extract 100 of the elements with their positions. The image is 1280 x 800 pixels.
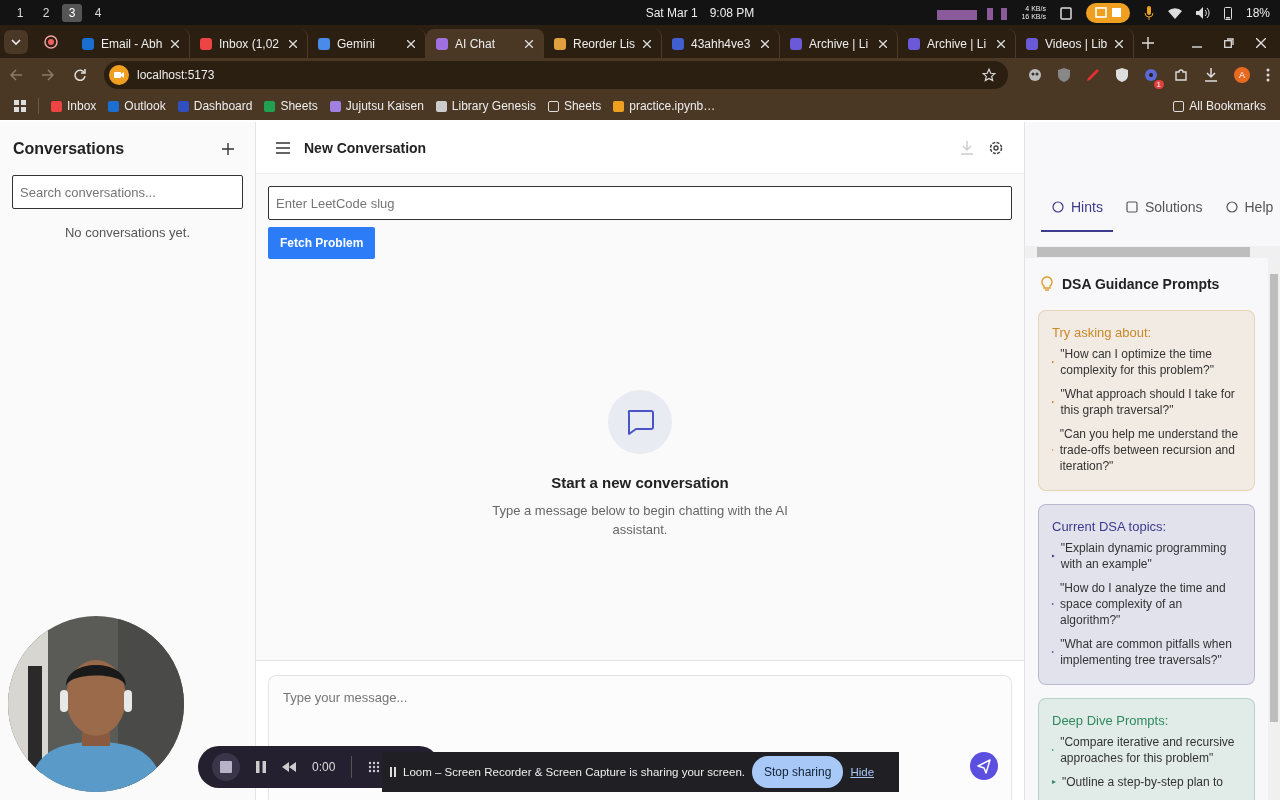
bookmark-link[interactable]: practice.ipynb… [613, 99, 716, 113]
browser-tab[interactable]: AI Chat [426, 29, 544, 58]
empty-state-title: Start a new conversation [551, 474, 729, 491]
bullet-icon [1052, 554, 1055, 558]
rewind-button[interactable] [282, 762, 296, 772]
bookmark-link[interactable]: Sheets [264, 99, 318, 113]
tab-close-icon[interactable] [171, 39, 179, 48]
date-label: Sat Mar 1 [645, 5, 698, 20]
panel-tab[interactable]: Help [1214, 184, 1280, 232]
screen-share-icon [1085, 2, 1130, 23]
sidebar-title: Conversations [13, 140, 125, 158]
lightbulb-icon [1041, 276, 1053, 292]
prompt-suggestion[interactable]: "How do I analyze the time and space complexity of an algorithm?" [1060, 580, 1240, 628]
address-bar[interactable]: localhost:5173 [104, 61, 1008, 89]
prompt-suggestion[interactable]: "What approach should I take for this graph traversal?" [1060, 386, 1240, 418]
all-bookmarks-button[interactable]: All Bookmarks [1173, 99, 1266, 113]
menu-icon[interactable] [276, 141, 290, 154]
stop-button[interactable] [212, 753, 240, 781]
new-tab-button[interactable] [1142, 37, 1154, 49]
chat-bubble-icon [608, 390, 672, 454]
workspace-button[interactable]: 1 [10, 3, 30, 22]
tab-close-icon[interactable] [997, 39, 1005, 48]
battery-level: 18% [1245, 5, 1270, 20]
stop-sharing-button[interactable]: Stop sharing [752, 756, 844, 788]
tab-close-icon[interactable] [525, 39, 533, 48]
horizontal-scrollbar[interactable] [1025, 246, 1280, 258]
pause-icon [390, 767, 396, 777]
wifi-icon [1167, 6, 1182, 19]
bookmark-link[interactable]: Jujutsu Kaisen [329, 99, 424, 113]
new-conversation-button[interactable] [222, 143, 234, 155]
reload-button[interactable] [74, 69, 86, 81]
battery-icon [1223, 5, 1232, 20]
card-title: Try asking about: [1052, 325, 1153, 340]
slug-field[interactable]: Enter LeetCode slug [268, 186, 1012, 220]
volume-icon [1195, 6, 1210, 19]
tab-search-button[interactable] [4, 30, 28, 54]
hide-link[interactable]: Hide [850, 764, 875, 780]
dots-grid-icon[interactable] [368, 761, 381, 773]
bookmark-link[interactable]: Inbox [51, 99, 97, 113]
time-label: 9:08 PM [709, 5, 755, 20]
conversation-title: New Conversation [304, 139, 427, 156]
close-button[interactable] [1256, 38, 1266, 48]
tab-close-icon[interactable] [879, 39, 887, 48]
fetch-problem-button[interactable]: Fetch Problem [268, 227, 376, 259]
shield-icon[interactable] [1116, 68, 1128, 82]
circle-icon [1225, 201, 1238, 213]
bookmark-link[interactable]: Library Genesis [435, 99, 536, 113]
menu-icon[interactable] [1266, 68, 1270, 82]
extension-icon[interactable] [1028, 68, 1042, 82]
vertical-scrollbar[interactable] [1268, 258, 1280, 800]
bookmark-link[interactable]: Dashboard [177, 99, 253, 113]
prompt-suggestion[interactable]: "Can you help me understand the trade-offs between recursion and iteration?" [1059, 426, 1240, 474]
back-button[interactable] [10, 69, 22, 81]
bookmark-link[interactable]: Outlook [108, 99, 166, 113]
restore-button[interactable] [1224, 38, 1234, 48]
tab-close-icon[interactable] [761, 39, 769, 48]
panel-heading: DSA Guidance Prompts [1062, 276, 1220, 292]
send-button[interactable] [970, 752, 998, 780]
card-title: Deep Dive Prompts: [1052, 713, 1170, 728]
empty-state-text: Type a message below to begin chatting with the AI assistant. [491, 502, 789, 539]
bookmark-star-icon[interactable] [982, 68, 996, 82]
tab-close-icon[interactable] [1115, 39, 1123, 48]
circle-icon [1052, 201, 1064, 213]
microphone-icon [1143, 5, 1154, 20]
settings-icon[interactable] [988, 139, 1004, 156]
workspace-button[interactable]: 2 [36, 3, 56, 22]
card-title: Current DSA topics: [1052, 519, 1168, 534]
notification-badge: 1 [1153, 80, 1164, 89]
pen-icon[interactable] [1086, 68, 1100, 82]
panel-tab[interactable]: Solutions [1114, 184, 1213, 232]
prompt-suggestion[interactable]: "How can I optimize the time complexity for this problem?" [1060, 346, 1240, 378]
pause-button[interactable] [256, 761, 266, 773]
sharing-message: Loom – Screen Recorder & Screen Capture is sharing your screen. [403, 766, 745, 778]
bullet-icon [1052, 780, 1056, 784]
workspace-button[interactable]: 3 [62, 3, 82, 22]
recording-tab-icon[interactable] [44, 35, 58, 49]
checkbox-icon [1125, 201, 1138, 213]
prompt-suggestion[interactable]: "Outline a step-by-step plan to [1062, 774, 1223, 790]
download-icon[interactable] [1204, 68, 1218, 82]
forward-button[interactable] [42, 69, 54, 81]
recording-timer: 0:00 [312, 760, 336, 774]
panel-tab[interactable]: Hints [1041, 184, 1113, 232]
bullet-icon [1052, 650, 1055, 654]
bullet-icon [1052, 400, 1055, 404]
bookmark-link[interactable]: Sheets [547, 99, 602, 113]
prompt-suggestion[interactable]: "What are common pitfalls when implementing tree traversals?" [1060, 636, 1240, 668]
bullet-icon [1052, 360, 1055, 364]
recording-icon [109, 65, 129, 85]
search-field[interactable]: Search conversations... [12, 175, 243, 209]
tab-close-icon[interactable] [289, 39, 297, 48]
workspace-button[interactable]: 4 [88, 3, 108, 22]
bullet-icon [1052, 602, 1055, 606]
bullet-icon [1052, 748, 1055, 752]
cpu-graph-icon [937, 5, 1008, 20]
tab-close-icon[interactable] [643, 39, 651, 48]
tab-close-icon[interactable] [407, 39, 415, 48]
prompt-suggestion[interactable]: "Compare iterative and recursive approaches for this problem" [1060, 734, 1240, 766]
apps-grid-icon[interactable] [14, 100, 26, 112]
prompt-suggestion[interactable]: "Explain dynamic programming with an example" [1060, 540, 1240, 572]
empty-message: No conversations yet. [64, 225, 191, 240]
